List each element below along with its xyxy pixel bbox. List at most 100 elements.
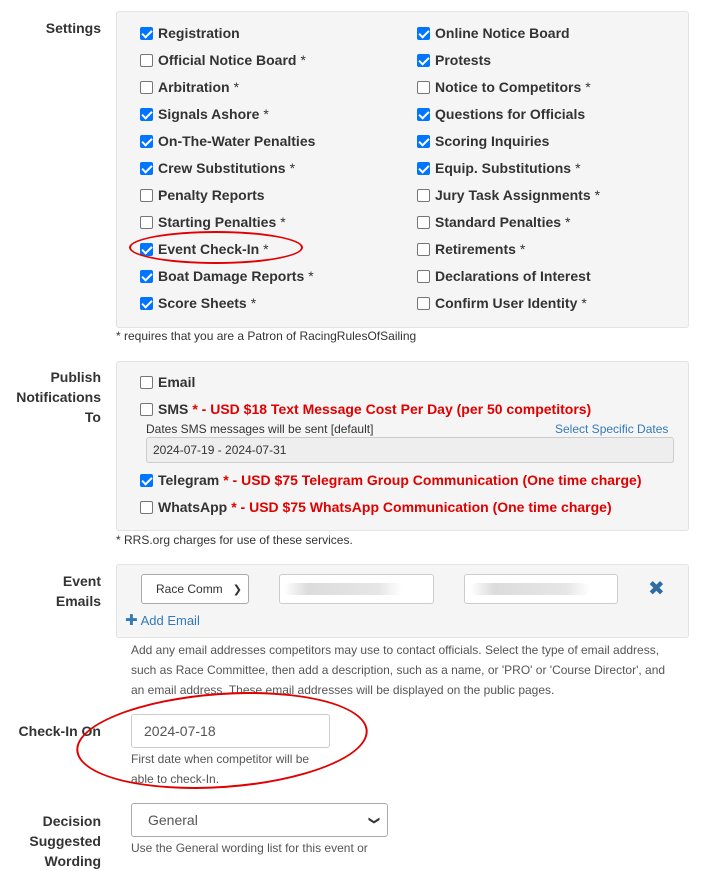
checkbox-label: Standard Penalties <box>435 214 562 230</box>
checkbox[interactable] <box>417 188 430 202</box>
checkbox[interactable] <box>140 215 153 229</box>
checkbox-label: Signals Ashore <box>158 106 260 122</box>
setting-arbitration[interactable]: Arbitration * <box>140 78 239 96</box>
checkbox[interactable] <box>140 161 153 175</box>
setting-starting-penalties[interactable]: Starting Penalties * <box>140 213 286 231</box>
checkbox[interactable] <box>140 188 153 202</box>
setting-official-notice-board[interactable]: Official Notice Board * <box>140 51 306 69</box>
sms-dates-field[interactable]: 2024-07-19 - 2024-07-31 <box>146 437 674 463</box>
checkbox-label: Notice to Competitors <box>435 79 582 95</box>
chevron-down-icon: ❯ <box>367 815 380 825</box>
whatsapp-check-box[interactable] <box>140 500 153 514</box>
redacted-email-address <box>470 583 590 595</box>
chevron-down-icon: ❯ <box>232 583 242 596</box>
add-email-button[interactable]: ✚ Add Email <box>125 611 200 629</box>
patron-star: * <box>565 214 571 230</box>
setting-confirm-user-identity[interactable]: Confirm User Identity * <box>417 294 587 312</box>
checkbox[interactable] <box>140 107 153 121</box>
publish-label-line: To <box>84 409 101 425</box>
telegram-cost-text: * - USD $75 Telegram Group Communication… <box>223 472 642 488</box>
setting-online-notice-board[interactable]: Online Notice Board <box>417 24 570 42</box>
decision-label-line: Decision <box>42 813 101 829</box>
email-type-select-value: Race Comm <box>156 582 223 596</box>
patron-footnote: * requires that you are a Patron of Raci… <box>116 329 417 343</box>
setting-boat-damage-reports[interactable]: Boat Damage Reports * <box>140 267 314 285</box>
checkbox[interactable] <box>417 80 430 94</box>
checkbox-label: Scoring Inquiries <box>435 133 550 149</box>
telegram-check-box[interactable] <box>140 473 153 487</box>
annotation-ring-event-checkin <box>129 231 303 264</box>
patron-star: * <box>581 295 587 311</box>
checkbox-label: On-The-Water Penalties <box>158 133 316 149</box>
patron-star: * <box>519 241 526 257</box>
setting-notice-to-competitors[interactable]: Notice to Competitors * <box>417 78 591 96</box>
event-emails-label-line: Emails <box>55 593 101 609</box>
setting-on-the-water-penalties[interactable]: On-The-Water Penalties <box>140 132 315 150</box>
sms-checkbox[interactable]: SMS * - USD $18 Text Message Cost Per Da… <box>140 400 591 418</box>
setting-jury-task-assignments[interactable]: Jury Task Assignments * <box>417 186 600 204</box>
patron-star: * <box>233 79 240 95</box>
patron-star: * <box>300 52 306 68</box>
checkbox[interactable] <box>417 269 430 283</box>
setting-protests[interactable]: Protests <box>417 51 491 69</box>
setting-retirements[interactable]: Retirements * <box>417 240 525 258</box>
patron-star: * <box>289 160 296 176</box>
checkbox-label: Equip. Substitutions <box>435 160 572 176</box>
checkbox-label: Questions for Officials <box>435 106 586 122</box>
setting-crew-substitutions[interactable]: Crew Substitutions * <box>140 159 295 177</box>
checkbox-label: Score Sheets <box>158 295 247 311</box>
email-checkbox-label: Email <box>158 374 196 390</box>
checkbox[interactable] <box>417 26 430 40</box>
add-email-label: Add Email <box>140 612 200 628</box>
event-emails-label-line: Event <box>62 573 101 589</box>
event-emails-label: Event Emails <box>56 571 101 611</box>
decision-label-line: Suggested <box>29 833 101 849</box>
checkbox-label: Starting Penalties <box>158 214 277 230</box>
redacted-description <box>284 583 402 595</box>
setting-signals-ashore[interactable]: Signals Ashore * <box>140 105 269 123</box>
setting-registration[interactable]: Registration <box>140 24 240 42</box>
settings-label: Settings <box>45 20 101 36</box>
patron-star: * <box>585 79 591 95</box>
checkbox-label: Arbitration <box>158 79 230 95</box>
checkbox[interactable] <box>140 53 153 67</box>
setting-scoring-inquiries[interactable]: Scoring Inquiries <box>417 132 549 150</box>
publish-label-line: Publish <box>50 369 101 385</box>
email-checkbox[interactable]: Email <box>140 373 195 391</box>
setting-standard-penalties[interactable]: Standard Penalties * <box>417 213 571 231</box>
checkbox[interactable] <box>417 53 430 67</box>
checkbox[interactable] <box>140 296 153 310</box>
whatsapp-checkbox-label: WhatsApp <box>158 499 228 515</box>
checkbox[interactable] <box>417 215 430 229</box>
telegram-checkbox[interactable]: Telegram * - USD $75 Telegram Group Comm… <box>140 471 641 489</box>
checkbox[interactable] <box>417 107 430 121</box>
checkbox-label: Official Notice Board <box>158 52 297 68</box>
plus-icon: ✚ <box>125 612 138 629</box>
email-check-box[interactable] <box>140 375 153 389</box>
sms-check-box[interactable] <box>140 402 153 416</box>
whatsapp-checkbox[interactable]: WhatsApp * - USD $75 WhatsApp Communicat… <box>140 498 612 516</box>
checkbox[interactable] <box>140 26 153 40</box>
checkbox[interactable] <box>140 80 153 94</box>
select-dates-link[interactable]: Select Specific Dates <box>555 422 668 436</box>
checkbox[interactable] <box>417 296 430 310</box>
checkbox[interactable] <box>140 269 153 283</box>
setting-declarations-of-interest[interactable]: Declarations of Interest <box>417 267 591 285</box>
telegram-checkbox-label: Telegram <box>158 472 220 488</box>
email-type-select[interactable]: Race Comm ❯ <box>141 574 249 604</box>
setting-score-sheets[interactable]: Score Sheets * <box>140 294 256 312</box>
checkbox-label: Jury Task Assignments <box>435 187 591 203</box>
setting-equip-substitutions[interactable]: Equip. Substitutions * <box>417 159 581 177</box>
wording-select[interactable]: General ❯ <box>131 803 388 837</box>
event-emails-help: Add any email addresses competitors may … <box>131 643 666 697</box>
checkbox[interactable] <box>140 134 153 148</box>
setting-penalty-reports[interactable]: Penalty Reports <box>140 186 265 204</box>
checkbox-label: Boat Damage Reports <box>158 268 305 284</box>
patron-star: * <box>575 160 581 176</box>
setting-questions-for-officials[interactable]: Questions for Officials <box>417 105 585 123</box>
remove-email-icon[interactable]: ✖ <box>648 577 665 601</box>
decision-label: Decision Suggested Wording <box>29 811 101 871</box>
checkbox[interactable] <box>417 242 430 256</box>
checkbox[interactable] <box>417 161 430 175</box>
checkbox[interactable] <box>417 134 430 148</box>
